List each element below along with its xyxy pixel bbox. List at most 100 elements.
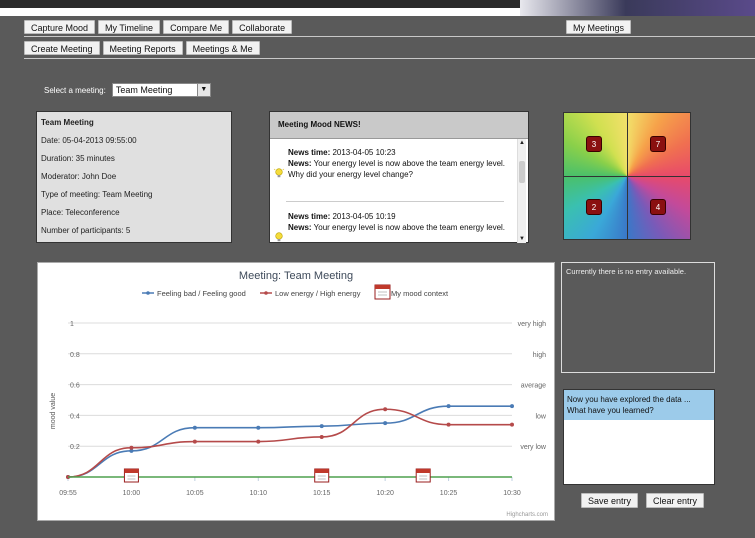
nav-my-meetings-button[interactable]: My Meetings [566, 20, 632, 34]
meetings-and-me-button[interactable]: Meetings & Me [185, 41, 260, 55]
y-tick-label: 0.6 [70, 383, 80, 390]
x-tick-label: 10:20 [376, 490, 394, 497]
legend-dot-bad-good [146, 291, 150, 295]
meeting-selector: Select a meeting: Team Meeting ▼ [44, 83, 211, 97]
journal-actions: Save entry Clear entry [581, 493, 705, 508]
news-text: Your energy level is now above the team … [311, 223, 506, 232]
series-point [319, 434, 324, 439]
series-point [510, 422, 514, 427]
journal-prompt: Now you have explored the data ... What … [564, 390, 714, 420]
y-axis-labels: 0.2 0.4 0.6 0.8 1 [70, 321, 80, 451]
legend-label-energy[interactable]: Low energy / High energy [275, 289, 361, 298]
quadrant-count-bottom-left[interactable]: 2 [586, 199, 602, 215]
scroll-up-icon[interactable]: ▲ [518, 139, 526, 147]
news-time: 2013-04-05 10:23 [330, 148, 396, 157]
y-tick-label: 0.4 [70, 413, 80, 420]
journal-prompt-line2: What have you learned? [567, 406, 654, 415]
mood-news-panel: Meeting Mood NEWS! News time: 2013-04-05… [269, 111, 529, 243]
quadrant-count-top-left[interactable]: 3 [586, 136, 602, 152]
series-point [383, 407, 388, 412]
meeting-select[interactable]: Team Meeting ▼ [111, 83, 211, 97]
right-axis-labels: very low low average high very high [518, 321, 547, 451]
news-label: News: [288, 159, 312, 168]
no-entry-message: Currently there is no entry available. [566, 267, 687, 276]
news-list[interactable]: News time: 2013-04-05 10:23 News: Your e… [270, 139, 528, 243]
news-item: News time: 2013-04-05 10:19 News: Your e… [288, 211, 508, 233]
series-line [67, 405, 512, 478]
primary-nav: Capture Mood My Timeline Compare Me Coll… [24, 20, 293, 36]
news-item: News time: 2013-04-05 10:23 News: Your e… [288, 147, 508, 180]
calendar-top [314, 469, 329, 473]
mood-line-chart: Meeting: Team Meeting Feeling bad / Feel… [50, 270, 548, 518]
nav-collaborate-button[interactable]: Collaborate [232, 20, 293, 34]
series-point [192, 439, 197, 444]
news-time-label: News time: [288, 212, 331, 221]
clear-entry-button[interactable]: Clear entry [646, 493, 705, 508]
x-tick-label: 10:25 [440, 490, 458, 497]
learning-journal-box: Now you have explored the data ... What … [563, 389, 715, 485]
meeting-reports-button[interactable]: Meeting Reports [102, 41, 183, 55]
entry-display-box: Currently there is no entry available. [561, 262, 715, 373]
series-point [256, 439, 261, 444]
series-line [67, 408, 512, 478]
news-scrollbar[interactable]: ▲ ▼ [517, 139, 526, 243]
quadrant-count-top-right[interactable]: 7 [650, 136, 666, 152]
select-meeting-label: Select a meeting: [44, 85, 106, 95]
calendar-icon [374, 284, 391, 300]
x-tick-label: 09:55 [59, 490, 77, 497]
series-point [446, 404, 451, 409]
x-tick-label: 10:15 [313, 490, 331, 497]
chart-credit[interactable]: Highcharts.com [506, 512, 548, 518]
calendar-icon [415, 468, 431, 483]
news-question: Why did your energy level change? [288, 170, 413, 179]
secondary-nav: Create Meeting Meeting Reports Meetings … [24, 41, 260, 57]
nav-capture-mood-button[interactable]: Capture Mood [24, 20, 96, 34]
chart-legend: Feeling bad / Feeling good Low energy / … [142, 284, 449, 300]
x-tick-label: 10:30 [503, 490, 521, 497]
news-scroll-thumb[interactable] [519, 161, 525, 183]
series-point [192, 425, 197, 430]
lightbulb-icon [273, 168, 285, 178]
nav-my-timeline-button[interactable]: My Timeline [98, 20, 161, 34]
series-point [256, 425, 261, 430]
nav-divider [24, 36, 755, 37]
right-axis-label: very high [518, 321, 547, 328]
dark-band [0, 0, 520, 8]
legend-label-context[interactable]: My mood context [391, 289, 449, 298]
journal-entry-input[interactable] [564, 420, 714, 484]
context-markers [123, 468, 431, 483]
series-point [383, 421, 388, 426]
dropdown-arrow-icon[interactable]: ▼ [196, 84, 210, 96]
save-entry-button[interactable]: Save entry [581, 493, 639, 508]
meeting-title: Team Meeting [41, 118, 94, 127]
series-point [319, 424, 324, 429]
right-axis-label: average [521, 383, 546, 390]
legend-dot-energy [264, 291, 268, 295]
news-time: 2013-04-05 10:19 [330, 212, 396, 221]
series-point [510, 404, 514, 409]
meeting-participants: Number of participants: 5 [41, 226, 131, 235]
legend-label-bad-good[interactable]: Feeling bad / Feeling good [157, 289, 246, 298]
meeting-info-panel: Team Meeting Date: 05-04-2013 09:55:00 D… [36, 111, 232, 243]
meeting-place: Place: Teleconference [41, 208, 120, 217]
quadrant-count-bottom-right[interactable]: 4 [650, 199, 666, 215]
meeting-type: Type of meeting: Team Meeting [41, 190, 153, 199]
lightbulb-icon [275, 232, 283, 242]
news-header: Meeting Mood NEWS! [270, 112, 528, 139]
top-strip [0, 0, 755, 16]
y-tick-label: 0.2 [70, 444, 80, 451]
news-divider [286, 201, 504, 202]
series-point [129, 445, 134, 450]
x-tick-label: 10:05 [186, 490, 204, 497]
mood-chart-panel: Meeting: Team Meeting Feeling bad / Feel… [37, 262, 555, 521]
chart-title: Meeting: Team Meeting [239, 270, 353, 282]
news-time-label: News time: [288, 148, 331, 157]
meeting-select-value: Team Meeting [115, 85, 173, 95]
nav-compare-me-button[interactable]: Compare Me [163, 20, 230, 34]
create-meeting-button[interactable]: Create Meeting [24, 41, 100, 55]
scroll-down-icon[interactable]: ▼ [518, 235, 526, 243]
news-label: News: [288, 223, 312, 232]
mood-quadrant-map[interactable]: 3 7 2 4 [563, 112, 691, 240]
right-nav: My Meetings [566, 20, 632, 36]
y-axis-title: mood value [50, 393, 57, 429]
